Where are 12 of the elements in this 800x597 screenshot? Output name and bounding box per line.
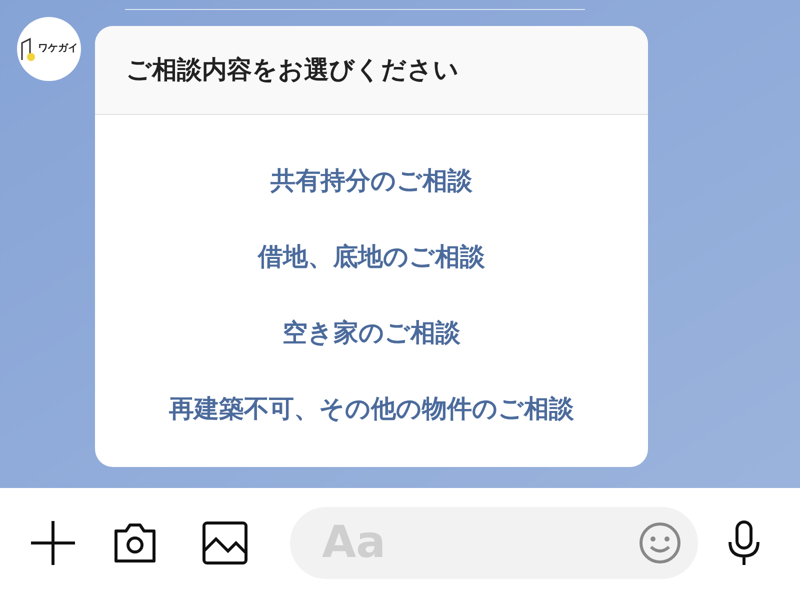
image-icon[interactable]	[202, 520, 248, 564]
option-button[interactable]: 再建築不可、その他の物件のご相談	[169, 391, 574, 427]
plus-icon[interactable]	[30, 520, 76, 566]
camera-icon[interactable]	[112, 520, 158, 564]
avatar[interactable]: ワケガイ	[17, 17, 81, 81]
microphone-icon[interactable]	[726, 520, 762, 566]
logo-text: ワケガイ	[38, 44, 78, 54]
card-title: ご相談内容をお選びください	[126, 54, 459, 86]
option-button[interactable]: 共有持分のご相談	[270, 163, 472, 199]
option-button[interactable]: 空き家のご相談	[282, 315, 460, 351]
option-button[interactable]: 借地、底地のご相談	[258, 239, 485, 275]
emoji-icon[interactable]	[638, 520, 682, 564]
